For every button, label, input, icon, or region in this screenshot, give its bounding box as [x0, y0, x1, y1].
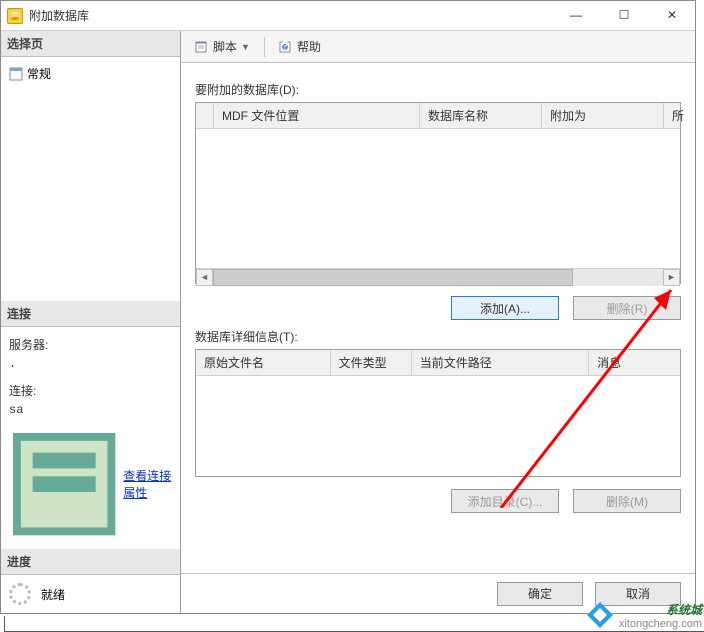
- script-button[interactable]: 脚本 ▼: [189, 35, 256, 58]
- server-value: .: [9, 356, 172, 379]
- select-page-header: 选择页: [1, 31, 180, 57]
- script-icon: [195, 40, 209, 54]
- help-button[interactable]: ? 帮助: [273, 35, 327, 58]
- progress-spinner-icon: [9, 583, 31, 605]
- page-general[interactable]: 常规: [9, 63, 172, 84]
- page-icon: [9, 67, 23, 81]
- col-file-type[interactable]: 文件类型: [331, 350, 412, 375]
- conn-label: 连接:: [9, 379, 172, 402]
- properties-icon: [9, 429, 119, 539]
- watermark-brand: 系统城: [666, 601, 702, 618]
- remove-file-label: 删除(M): [606, 493, 648, 510]
- view-connection-properties-link[interactable]: 查看连接属性: [9, 425, 172, 543]
- toolbar: 脚本 ▼ ? 帮助: [181, 31, 695, 63]
- right-pane: 脚本 ▼ ? 帮助 要附加的数据库(D): MDF 文件位置 数据库名称 附加为: [181, 31, 695, 613]
- page-general-label: 常规: [27, 65, 51, 82]
- toolbar-separator: [264, 37, 265, 57]
- databases-grid[interactable]: MDF 文件位置 数据库名称 附加为 所 ◄ ►: [195, 102, 681, 284]
- remove-button: 删除(R): [573, 296, 681, 320]
- help-icon: ?: [279, 40, 293, 54]
- dialog-window: 附加数据库 — ☐ ✕ 选择页 常规 连接 服务器:: [0, 0, 696, 614]
- script-label: 脚本: [213, 38, 237, 55]
- databases-grid-body[interactable]: [196, 129, 680, 268]
- col-db-name[interactable]: 数据库名称: [420, 103, 542, 128]
- watermark-icon: [585, 600, 615, 630]
- scroll-right-icon[interactable]: ►: [663, 269, 680, 286]
- scroll-left-icon[interactable]: ◄: [196, 269, 213, 286]
- col-original-filename[interactable]: 原始文件名: [196, 350, 331, 375]
- minimize-button[interactable]: —: [553, 1, 599, 29]
- progress-status: 就绪: [41, 586, 65, 603]
- left-sidebar: 选择页 常规 连接 服务器: . 连接: sa: [1, 31, 181, 613]
- remove-file-button: 删除(M): [573, 489, 681, 513]
- db-details-label: 数据库详细信息(T):: [195, 328, 681, 345]
- watermark-url: xitongcheng.com: [619, 618, 702, 630]
- add-directory-button: 添加目录(C)...: [451, 489, 559, 513]
- details-grid[interactable]: 原始文件名 文件类型 当前文件路径 消息: [195, 349, 681, 477]
- col-current-path[interactable]: 当前文件路径: [412, 350, 589, 375]
- watermark: 系统城 xitongcheng.com: [585, 600, 702, 630]
- col-message[interactable]: 消息: [589, 350, 680, 375]
- close-button[interactable]: ✕: [649, 1, 695, 29]
- view-connection-properties-label: 查看连接属性: [123, 467, 172, 501]
- titlebar[interactable]: 附加数据库 — ☐ ✕: [1, 1, 695, 31]
- col-mdf-location[interactable]: MDF 文件位置: [214, 103, 420, 128]
- content-area: 选择页 常规 连接 服务器: . 连接: sa: [1, 31, 695, 613]
- database-icon: [7, 8, 23, 24]
- main-panel: 要附加的数据库(D): MDF 文件位置 数据库名称 附加为 所 ◄ ►: [181, 63, 695, 573]
- connection-header: 连接: [1, 301, 180, 327]
- help-label: 帮助: [297, 38, 321, 55]
- add-button-label: 添加(A)...: [480, 300, 530, 317]
- conn-value: sa: [9, 402, 172, 425]
- ok-label: 确定: [528, 585, 552, 602]
- scroll-thumb[interactable]: [213, 269, 573, 286]
- col-owner-trunc[interactable]: 所: [664, 103, 680, 128]
- details-grid-body[interactable]: [196, 376, 680, 478]
- add-directory-label: 添加目录(C)...: [468, 493, 543, 510]
- svg-text:?: ?: [282, 40, 289, 53]
- progress-header: 进度: [1, 549, 180, 575]
- maximize-button[interactable]: ☐: [601, 1, 647, 29]
- databases-grid-header: MDF 文件位置 数据库名称 附加为 所: [196, 103, 680, 129]
- add-button[interactable]: 添加(A)...: [451, 296, 559, 320]
- databases-to-attach-label: 要附加的数据库(D):: [195, 81, 681, 98]
- server-label: 服务器:: [9, 333, 172, 356]
- col-attach-as[interactable]: 附加为: [542, 103, 664, 128]
- chevron-down-icon: ▼: [241, 42, 250, 52]
- scroll-track[interactable]: [213, 269, 663, 286]
- ok-button[interactable]: 确定: [497, 582, 583, 606]
- details-grid-header: 原始文件名 文件类型 当前文件路径 消息: [196, 350, 680, 376]
- horizontal-scrollbar[interactable]: ◄ ►: [196, 268, 680, 285]
- remove-button-label: 删除(R): [607, 300, 648, 317]
- col-blank: [196, 103, 214, 128]
